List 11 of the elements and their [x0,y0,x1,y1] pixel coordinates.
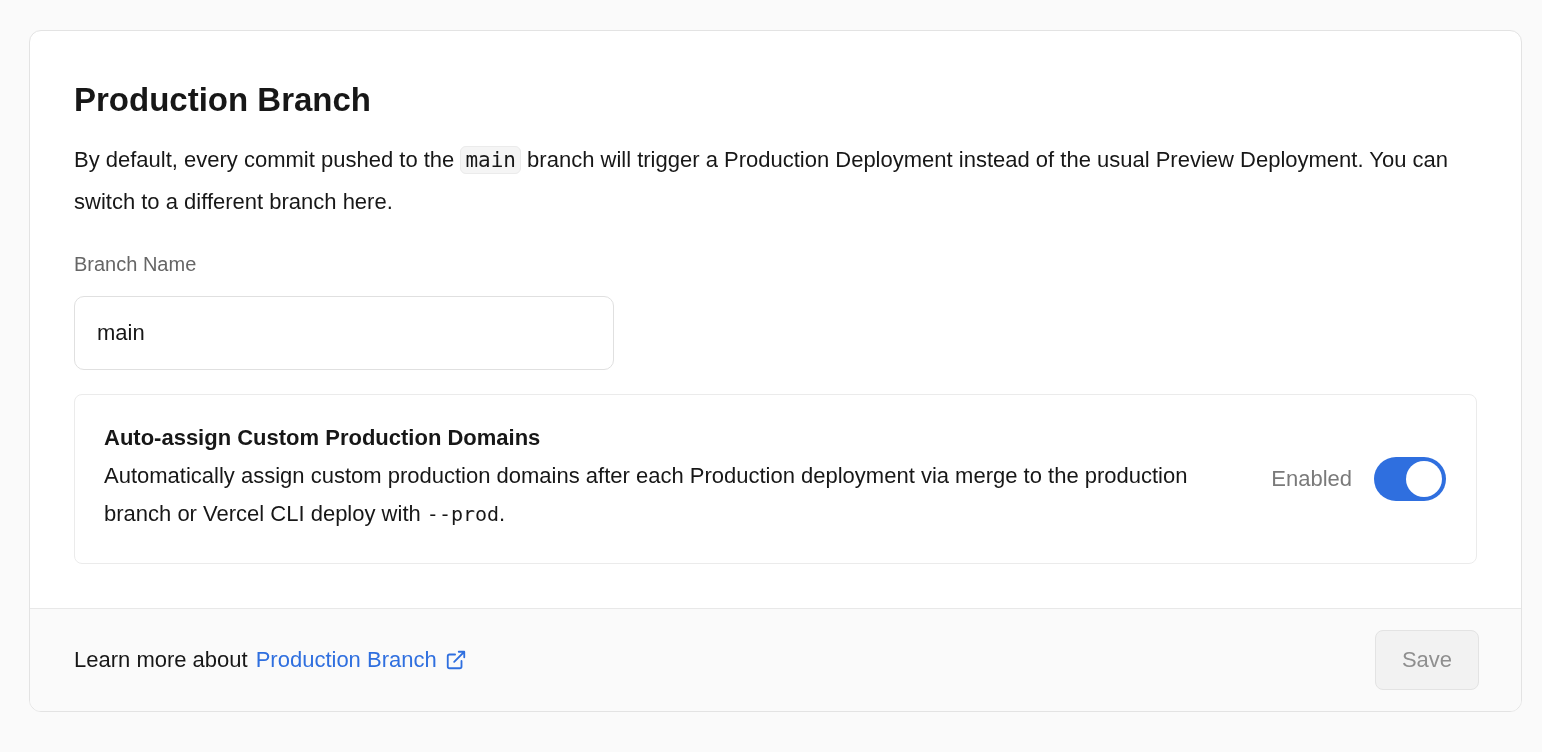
toggle-switch[interactable] [1374,457,1446,501]
toggle-status: Enabled [1271,466,1352,492]
branch-name-input[interactable]: main [74,296,614,370]
footer-text: Learn more about [74,647,248,673]
section-title: Production Branch [74,80,373,120]
option-description: Automatically assign custom production domains after each Production deployment via merge to the production branch or Vercel CLI deploy with --prod. [104,462,1189,528]
option-title: Auto-assign Custom Production Domains [104,425,542,451]
description-text: By default, every commit pushed to the main branch will trigger a Production Deployment instead of the usual Preview Deployment. You can switch to a different branch here. [74,145,1449,216]
docs-link[interactable]: Production Branch [255,647,437,673]
external-link-icon [444,649,467,671]
field-label: Branch Name [74,253,198,276]
